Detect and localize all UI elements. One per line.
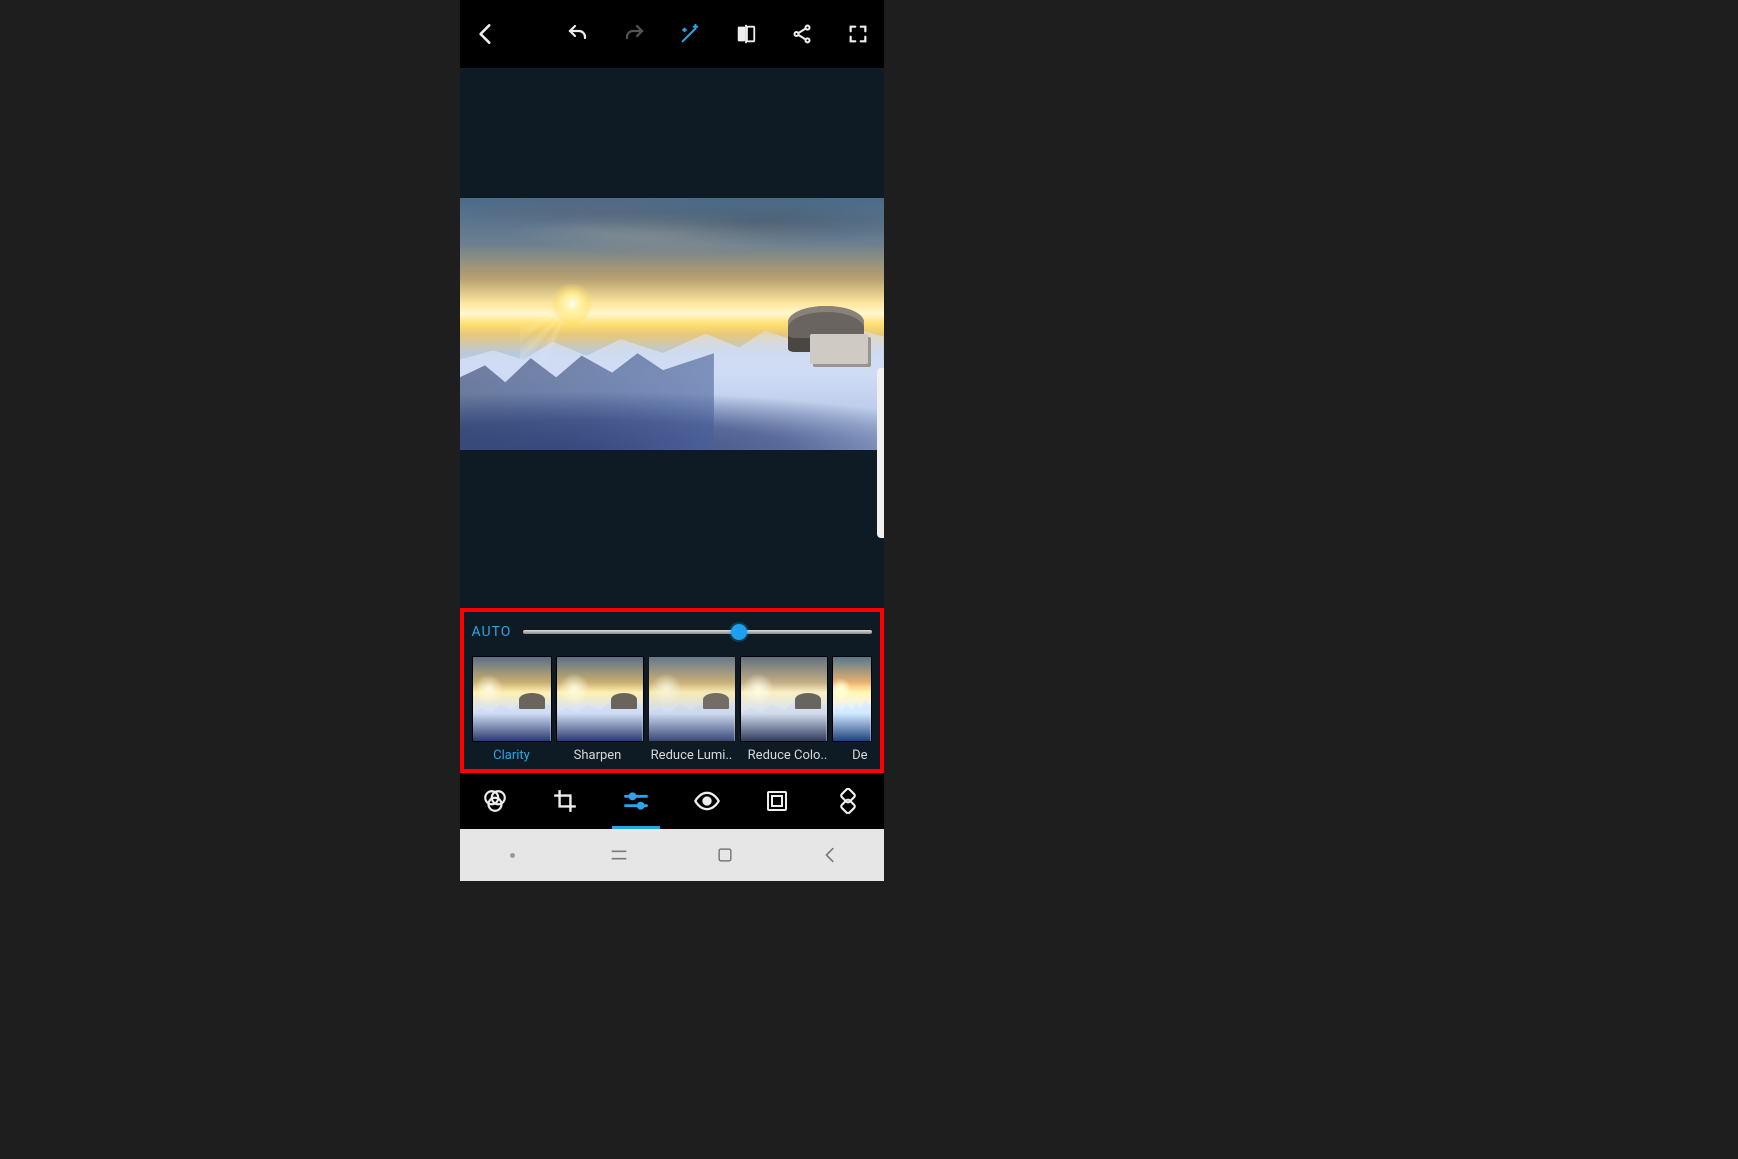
preset-thumbnails[interactable] — [472, 656, 872, 742]
adjust-panel-highlighted: AUTO Clarity Sharpen Reduce Lumi.. Reduc… — [460, 608, 884, 773]
preset-thumb-sharpen[interactable] — [556, 656, 644, 742]
back-button[interactable] — [470, 18, 502, 50]
preset-thumb-reduce-color[interactable] — [740, 656, 828, 742]
slider-thumb[interactable] — [731, 624, 747, 640]
preset-label-defog[interactable]: De — [836, 748, 868, 763]
nav-recents[interactable] — [604, 840, 634, 870]
tool-crop[interactable] — [547, 783, 583, 819]
share-icon[interactable] — [786, 18, 818, 50]
preset-thumb-reduce-luminance[interactable] — [648, 656, 736, 742]
preset-label-sharpen[interactable]: Sharpen — [552, 748, 644, 763]
preset-label-clarity[interactable]: Clarity — [472, 748, 552, 763]
preset-thumb-clarity[interactable] — [472, 656, 552, 742]
nav-home[interactable] — [710, 840, 740, 870]
bottom-toolbar — [460, 773, 884, 829]
preset-labels: Clarity Sharpen Reduce Lumi.. Reduce Col… — [472, 748, 872, 763]
tool-heal[interactable] — [830, 783, 866, 819]
edited-photo — [460, 198, 884, 450]
phone-frame: AUTO Clarity Sharpen Reduce Lumi.. Reduc… — [460, 0, 884, 881]
android-navbar — [460, 829, 884, 881]
nav-back[interactable] — [816, 840, 846, 870]
tool-looks[interactable] — [477, 783, 513, 819]
preset-label-reduce-luminance[interactable]: Reduce Lumi.. — [644, 748, 740, 763]
adjust-slider-row: AUTO — [472, 618, 872, 646]
adjust-slider[interactable] — [523, 630, 871, 634]
image-canvas[interactable] — [460, 68, 884, 608]
nav-extra[interactable] — [498, 840, 528, 870]
undo-button[interactable] — [562, 18, 594, 50]
preset-thumb-defog[interactable] — [832, 656, 872, 742]
tool-adjust[interactable] — [618, 783, 654, 819]
auto-button[interactable]: AUTO — [472, 624, 512, 640]
magic-wand-icon[interactable] — [674, 18, 706, 50]
preset-label-reduce-color[interactable]: Reduce Colo.. — [740, 748, 836, 763]
fullscreen-icon[interactable] — [842, 18, 874, 50]
tool-redeye[interactable] — [689, 783, 725, 819]
top-toolbar — [460, 0, 884, 68]
scroll-indicator[interactable] — [877, 368, 884, 538]
tool-frame[interactable] — [759, 783, 795, 819]
compare-icon[interactable] — [730, 18, 762, 50]
redo-button[interactable] — [618, 18, 650, 50]
